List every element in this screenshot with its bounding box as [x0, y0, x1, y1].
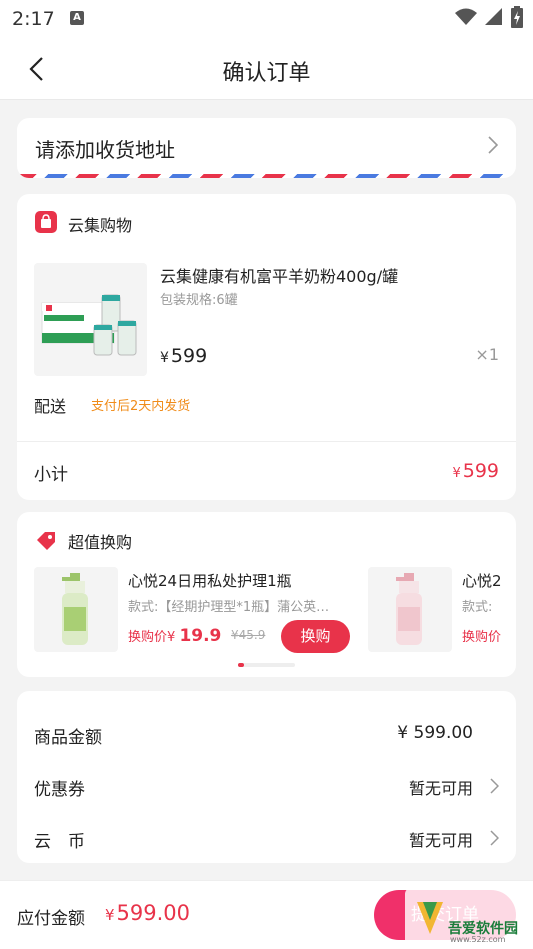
status-time: 2:17 — [12, 8, 55, 30]
shopping-bag-icon — [35, 211, 57, 233]
address-card[interactable]: 请添加收货地址 — [17, 118, 516, 178]
subtotal-label: 小计 — [34, 465, 68, 485]
coin-row[interactable]: 云 币 暂无可用 — [34, 824, 499, 854]
shipping-value: 支付后2天内发货 — [91, 399, 191, 414]
payable-label: 应付金额 — [17, 909, 85, 929]
currency-symbol: ¥ — [452, 466, 461, 481]
wifi-icon — [455, 8, 477, 25]
goods-amount-label: 商品金额 — [34, 728, 102, 748]
exchange-price-label: 换购价 — [462, 630, 502, 645]
exchange-card: 超值换购 心悦24日用私处护理1瓶 款式:【经期护理型*1瓶】蒲公英… 换购价¥… — [17, 512, 516, 677]
exchange-item-style: 款式: — [462, 600, 493, 615]
subtotal-value: ¥599 — [452, 460, 499, 482]
shop-name: 云集购物 — [68, 216, 133, 235]
currency-symbol: ¥ — [105, 906, 115, 924]
exchange-item-style: 款式:【经期护理型*1瓶】蒲公英… — [128, 600, 330, 615]
store-card: 云集购物 云集健康有机富平羊奶粉400g/罐 包装规格:6罐 ¥599 ×1 配… — [17, 194, 516, 500]
exchange-price-label: 换购价 — [128, 630, 168, 645]
currency-symbol: ¥ — [160, 350, 169, 366]
exchange-buy-button[interactable]: 换购 — [281, 620, 350, 653]
system-icons — [455, 6, 523, 28]
exchange-item-price: 换购价¥ 19.9 — [128, 626, 221, 646]
divider — [17, 441, 516, 442]
airmail-stripe — [17, 174, 516, 178]
product-spec: 包装规格:6罐 — [160, 293, 238, 308]
watermark-logo-icon — [417, 902, 443, 934]
coin-label: 云 币 — [34, 832, 85, 852]
payable-amount: 599.00 — [116, 901, 191, 925]
price-tag-icon — [37, 532, 55, 550]
accessibility-icon: A — [70, 11, 84, 25]
product-image[interactable] — [34, 263, 147, 376]
exchange-item-image — [34, 567, 118, 652]
product-quantity: ×1 — [475, 345, 499, 364]
payable-value: ¥599.00 — [105, 901, 190, 925]
exchange-item-old-price: ¥45.9 — [231, 628, 266, 642]
add-address-label: 请添加收货地址 — [35, 138, 175, 162]
exchange-item-name: 心悦24日用私处护理1瓶 — [128, 572, 292, 590]
exchange-item-image — [368, 567, 452, 652]
carousel-indicator — [238, 663, 295, 667]
price-value: 599 — [170, 345, 208, 367]
site-watermark: 吾爱软件园 www.52z.com — [405, 888, 527, 946]
summary-card: 商品金额 ¥ 599.00 优惠券 暂无可用 云 币 暂无可用 — [17, 691, 516, 863]
exchange-item-name: 心悦2 — [462, 572, 502, 590]
signal-icon — [485, 8, 502, 25]
chevron-right-icon — [488, 136, 498, 154]
status-bar: 2:17 A — [0, 0, 533, 38]
product-name: 云集健康有机富平羊奶粉400g/罐 — [160, 267, 399, 286]
currency-symbol: ¥ — [167, 630, 176, 645]
goods-amount-value: ¥ 599.00 — [397, 723, 473, 743]
coupon-label: 优惠券 — [34, 780, 85, 800]
exchange-item[interactable]: 心悦2 款式: 换购价 — [368, 567, 516, 652]
chevron-right-icon — [490, 778, 499, 794]
carousel-indicator-active — [238, 663, 244, 667]
coupon-row[interactable]: 优惠券 暂无可用 — [34, 772, 499, 802]
watermark-url: www.52z.com — [450, 935, 506, 944]
shipping-label: 配送 — [34, 397, 67, 416]
exchange-title: 超值换购 — [68, 533, 133, 552]
battery-icon — [511, 6, 523, 28]
exchange-price-value: 19.9 — [179, 626, 222, 646]
page-title: 确认订单 — [222, 61, 311, 86]
product-price: ¥599 — [160, 345, 207, 367]
exchange-item[interactable]: 心悦24日用私处护理1瓶 款式:【经期护理型*1瓶】蒲公英… 换购价¥ 19.9… — [34, 567, 354, 653]
coupon-value: 暂无可用 — [408, 779, 473, 798]
chevron-right-icon — [490, 830, 499, 846]
nav-bar: 确认订单 — [0, 38, 533, 100]
coin-value: 暂无可用 — [408, 831, 473, 850]
goods-amount-row: 商品金额 ¥ 599.00 — [34, 720, 499, 750]
subtotal-amount: 599 — [462, 460, 499, 482]
